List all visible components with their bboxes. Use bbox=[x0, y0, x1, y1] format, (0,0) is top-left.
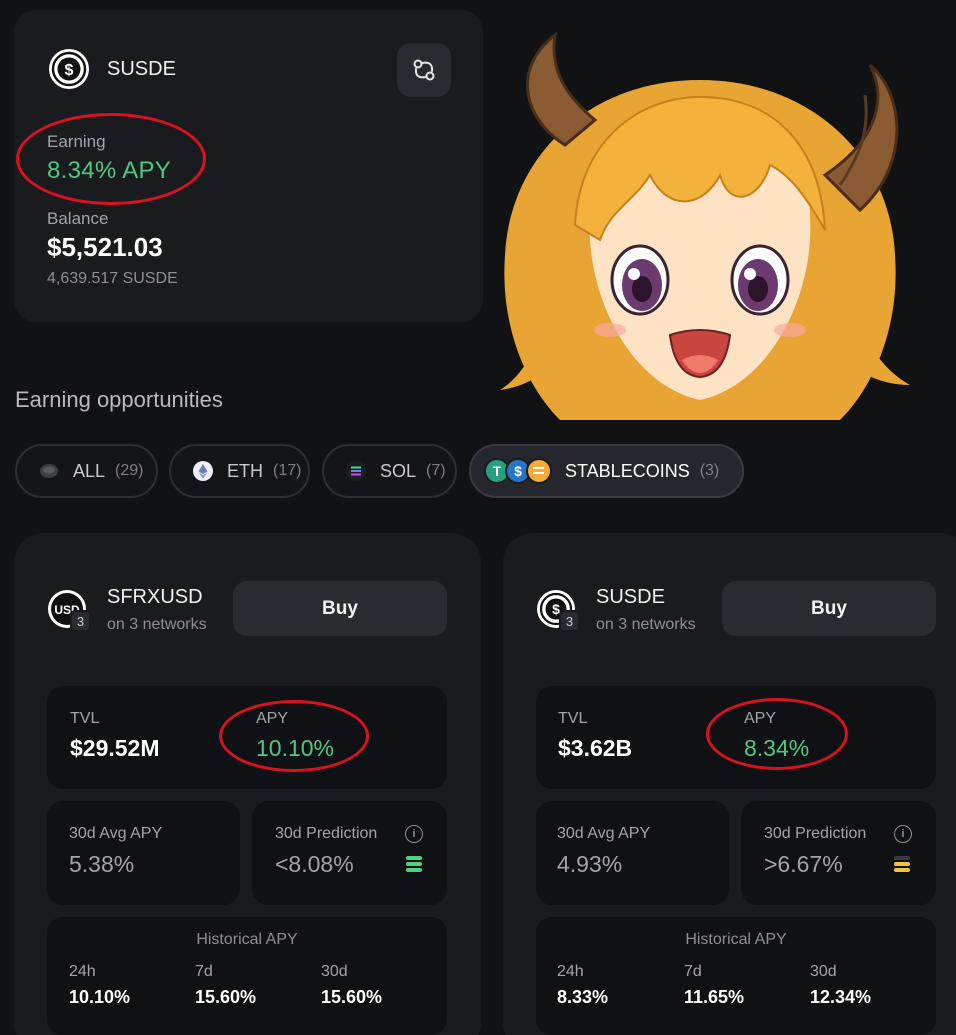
percent-swap-icon bbox=[413, 59, 435, 81]
hist-value: 11.65% bbox=[684, 987, 745, 1007]
stablecoins-icon: T $ bbox=[483, 457, 555, 485]
hist-label: 30d bbox=[321, 963, 348, 980]
filter-count: (7) bbox=[426, 462, 446, 479]
avg-apy-label: 30d Avg APY bbox=[69, 825, 163, 842]
sfrxusd-logo-icon: USD 3 bbox=[48, 590, 91, 632]
filter-chip-stablecoins[interactable]: T $ STABLECOINS (3) bbox=[469, 444, 744, 498]
tvl-value: $3.62B bbox=[558, 735, 633, 761]
filter-count: (17) bbox=[273, 462, 302, 479]
prediction-value: <8.08% bbox=[275, 851, 354, 877]
avg-apy-value: 5.38% bbox=[69, 851, 135, 877]
svg-text:3: 3 bbox=[77, 614, 84, 629]
all-icon bbox=[39, 461, 59, 481]
hist-label: 24h bbox=[557, 963, 584, 980]
filter-label: STABLECOINS bbox=[565, 460, 690, 481]
anime-girl-mascot-icon bbox=[500, 31, 910, 420]
filter-label: ETH bbox=[227, 460, 263, 481]
buy-button[interactable]: Buy bbox=[722, 581, 936, 636]
historical-apy-title: Historical APY bbox=[196, 931, 298, 948]
svg-text:$: $ bbox=[514, 463, 522, 479]
susde-logo-icon: $ 3 bbox=[537, 590, 580, 632]
filter-chip-sol[interactable]: SOL (7) bbox=[322, 444, 457, 498]
svg-text:T: T bbox=[493, 463, 502, 479]
annotation-circle bbox=[16, 113, 206, 205]
info-icon[interactable]: i bbox=[405, 825, 423, 843]
earning-opportunities-heading: Earning opportunities bbox=[15, 387, 223, 412]
buy-button[interactable]: Buy bbox=[233, 581, 447, 636]
asset-name: SFRXUSD bbox=[107, 586, 203, 608]
hist-value: 12.34% bbox=[810, 987, 872, 1007]
hist-label: 7d bbox=[684, 963, 702, 980]
sol-icon bbox=[346, 461, 366, 481]
info-icon[interactable]: i bbox=[894, 825, 912, 843]
prediction-label: 30d Prediction bbox=[764, 825, 867, 842]
asset-networks: on 3 networks bbox=[107, 616, 207, 633]
prediction-value: >6.67% bbox=[764, 851, 843, 877]
filter-chip-all[interactable]: ALL (29) bbox=[15, 444, 158, 498]
filter-count: (3) bbox=[699, 462, 720, 479]
swap-button[interactable] bbox=[397, 43, 451, 97]
annotation-circle bbox=[219, 700, 369, 772]
svg-text:$: $ bbox=[65, 62, 74, 79]
position-token-name: SUSDE bbox=[107, 58, 176, 80]
balance-label: Balance bbox=[47, 209, 109, 228]
hist-label: 30d bbox=[810, 963, 837, 980]
prediction-bars-icon bbox=[406, 856, 422, 874]
svg-text:3: 3 bbox=[566, 614, 573, 629]
prediction-label: 30d Prediction bbox=[275, 825, 378, 842]
hist-value: 8.33% bbox=[557, 987, 609, 1007]
filter-label: SOL bbox=[380, 460, 417, 481]
hist-value: 15.60% bbox=[321, 987, 383, 1007]
avg-apy-value: 4.93% bbox=[557, 851, 623, 877]
susde-logo-icon: $ bbox=[49, 49, 89, 89]
prediction-bars-icon bbox=[894, 856, 910, 874]
eth-icon bbox=[193, 461, 213, 481]
balance-token-amount: 4,639.517 SUSDE bbox=[47, 270, 178, 287]
tvl-label: TVL bbox=[70, 710, 100, 727]
filter-count: (29) bbox=[115, 462, 144, 479]
balance-value: $5,521.03 bbox=[47, 232, 163, 262]
svg-text:$: $ bbox=[552, 601, 560, 617]
historical-apy-title: Historical APY bbox=[685, 931, 787, 948]
annotation-circle bbox=[706, 698, 848, 770]
hist-label: 24h bbox=[69, 963, 96, 980]
tvl-value: $29.52M bbox=[70, 735, 160, 761]
avg-apy-label: 30d Avg APY bbox=[557, 825, 651, 842]
tvl-label: TVL bbox=[558, 710, 588, 727]
asset-name: SUSDE bbox=[596, 586, 665, 608]
hist-value: 10.10% bbox=[69, 987, 131, 1007]
filter-chip-eth[interactable]: ETH (17) bbox=[169, 444, 310, 498]
asset-networks: on 3 networks bbox=[596, 616, 696, 633]
hist-value: 15.60% bbox=[195, 987, 257, 1007]
hist-label: 7d bbox=[195, 963, 213, 980]
filter-label: ALL bbox=[73, 460, 106, 481]
